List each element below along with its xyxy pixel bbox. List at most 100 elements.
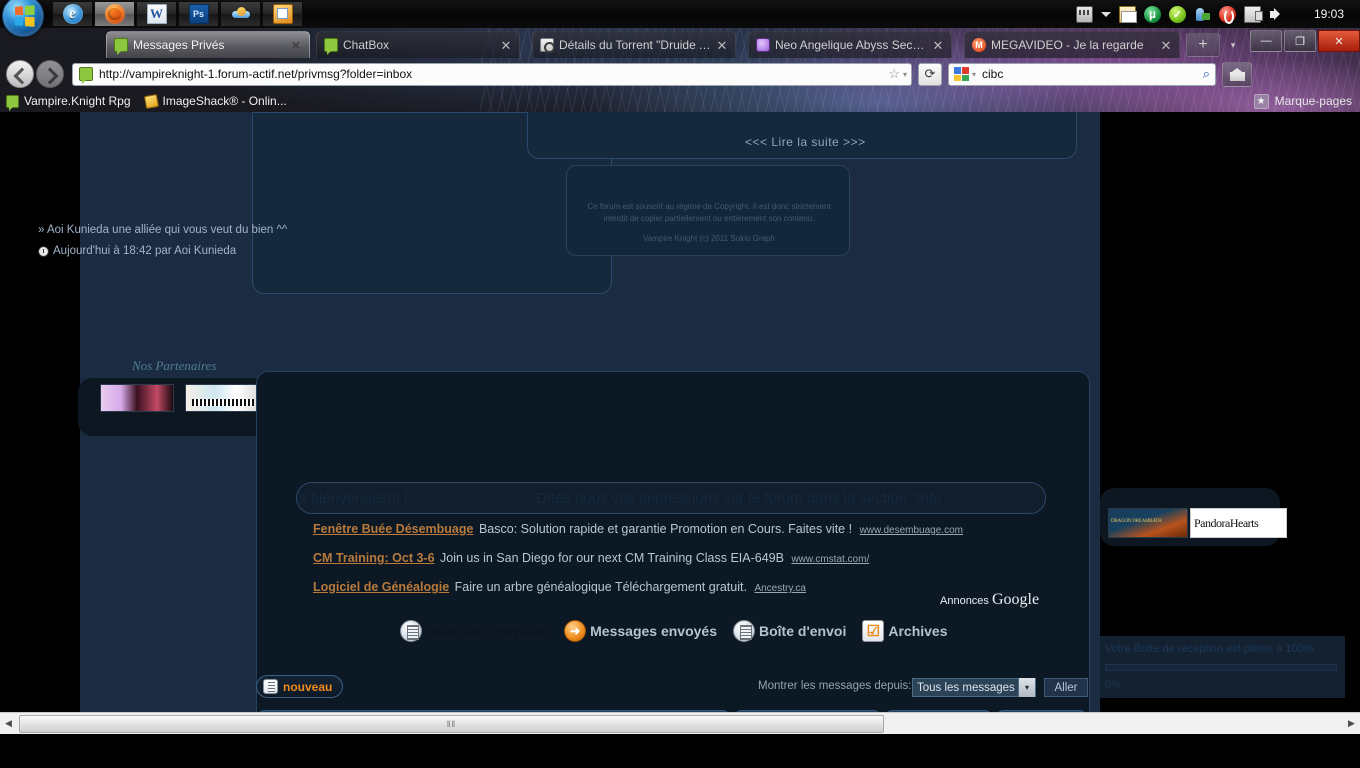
- search-bar[interactable]: ▾ cibc ⌕: [948, 62, 1216, 86]
- forum-green-icon: [114, 38, 128, 55]
- search-input[interactable]: cibc: [982, 67, 1203, 81]
- tab-list-dropdown-icon[interactable]: ▾: [1226, 38, 1240, 52]
- read-more-link[interactable]: <<< Lire la suite >>>: [745, 135, 866, 149]
- folder-link-sent[interactable]: Messages envoyés: [564, 620, 717, 642]
- firefox-window: Messages Privés ✕ ChatBox ✕ Détails du T…: [0, 28, 1360, 740]
- close-icon[interactable]: ✕: [1159, 39, 1173, 52]
- mail-icon[interactable]: [1119, 5, 1137, 23]
- scroll-right-arrow-icon[interactable]: ▶: [1343, 714, 1360, 734]
- partner-banner[interactable]: [1108, 508, 1188, 538]
- home-button[interactable]: [1222, 61, 1252, 87]
- word-icon[interactable]: [136, 1, 177, 27]
- bookmark-vampire-knight-rpg[interactable]: Vampire.Knight Rpg: [6, 94, 131, 111]
- safely-remove-hardware-icon[interactable]: [1244, 5, 1263, 23]
- volume-icon[interactable]: [1269, 6, 1286, 23]
- forward-button[interactable]: [36, 60, 64, 88]
- internet-explorer-icon[interactable]: [52, 1, 93, 27]
- tab-title: ChatBox: [343, 38, 390, 52]
- back-button[interactable]: [6, 60, 34, 88]
- ad-description: Faire un arbre généalogique Téléchargeme…: [454, 580, 747, 594]
- app-icon[interactable]: [262, 1, 303, 27]
- forum-green-icon: [6, 94, 19, 111]
- page-viewport: » Aoi Kunieda une alliée qui vous veut d…: [0, 112, 1360, 740]
- photoshop-icon[interactable]: [178, 1, 219, 27]
- close-icon[interactable]: ✕: [289, 39, 303, 52]
- tab-title: MEGAVIDEO - Je la regarde: [991, 38, 1144, 52]
- address-bar[interactable]: http://vampireknight-1.forum-actif.net/p…: [72, 62, 912, 86]
- bottom-fill: [0, 734, 1360, 768]
- partner-banner[interactable]: [100, 384, 174, 412]
- navigation-toolbar: http://vampireknight-1.forum-actif.net/p…: [0, 58, 1360, 90]
- restore-button[interactable]: ❐: [1284, 30, 1316, 52]
- chevron-down-icon[interactable]: ▾: [903, 70, 907, 79]
- bookmark-label: Vampire.Knight Rpg: [24, 94, 131, 108]
- scrollbar-thumb[interactable]: ‖‖: [19, 714, 884, 733]
- ad-url[interactable]: www.desembuage.com: [860, 525, 963, 536]
- archives-check-icon: [862, 620, 885, 642]
- new-message-button[interactable]: nouveau: [256, 675, 344, 698]
- folder-link-inbox[interactable]: Boîte de réception: [400, 620, 548, 642]
- new-tab-button[interactable]: +: [1186, 33, 1220, 57]
- bookmark-label: ImageShack® - Onlin...: [162, 94, 287, 108]
- reload-icon[interactable]: ⟳: [918, 62, 942, 86]
- show-hidden-icons-caret[interactable]: [1101, 11, 1111, 17]
- forum-green-icon: [324, 38, 338, 55]
- chevron-down-icon[interactable]: ▾: [972, 70, 976, 79]
- folder-link-archives[interactable]: Archives: [862, 620, 948, 642]
- ad-title[interactable]: CM Training: Oct 3-6: [313, 551, 435, 565]
- inbox-capacity-percent: 0%: [1105, 679, 1121, 691]
- tab-details-torrent[interactable]: Détails du Torrent "Druide Anti... ✕: [532, 31, 736, 58]
- minimize-button[interactable]: —: [1250, 30, 1282, 52]
- tab-title: Messages Privés: [133, 38, 225, 52]
- scrollbar-track[interactable]: ‖‖: [17, 714, 1343, 734]
- chevron-down-icon[interactable]: ▾: [1018, 678, 1035, 697]
- torrent-icon: [540, 38, 555, 53]
- windows-orb-icon: [15, 5, 35, 27]
- ticker-content: s bienvenues!!! | ~ Dîtes nous vos impre…: [297, 483, 1045, 513]
- utorrent-icon[interactable]: [1144, 5, 1161, 23]
- clock[interactable]: 19:03: [1314, 0, 1344, 28]
- firefox-icon[interactable]: [94, 1, 135, 27]
- tab-title: Neo Angelique Abyss Second ...: [775, 38, 931, 52]
- close-window-button[interactable]: ✕: [1318, 30, 1360, 52]
- messenger-tray-icon[interactable]: [1194, 6, 1211, 23]
- messenger-icon[interactable]: [220, 1, 261, 27]
- ad-url[interactable]: www.cmstat.com/: [791, 554, 869, 565]
- home-icon: [1228, 67, 1245, 81]
- partner-banner[interactable]: [1190, 508, 1287, 538]
- opera-icon[interactable]: [1219, 5, 1236, 24]
- tab-title: Détails du Torrent "Druide Anti...: [559, 38, 715, 52]
- new-message-icon: [263, 679, 278, 694]
- bookmark-imageshack[interactable]: ImageShack® - Onlin...: [143, 93, 287, 109]
- bookmarks-toggle[interactable]: Marque-pages: [1253, 93, 1352, 109]
- partner-banner[interactable]: [185, 384, 259, 412]
- tab-messages-prives[interactable]: Messages Privés ✕: [106, 31, 310, 58]
- search-icon[interactable]: ⌕: [1203, 66, 1210, 82]
- tab-neo-angelique[interactable]: Neo Angelique Abyss Second ... ✕: [748, 31, 952, 58]
- ad-title[interactable]: Fenêtre Buée Désembuage: [313, 522, 473, 536]
- bookmark-star-icon[interactable]: ☆: [888, 66, 900, 82]
- horizontal-scrollbar[interactable]: ◀ ‖‖ ▶: [0, 712, 1360, 734]
- partners-title: Nos Partenaires: [132, 358, 217, 373]
- ad-item[interactable]: Fenêtre Buée Désembuage Basco: Solution …: [313, 522, 1053, 537]
- go-button[interactable]: Aller: [1044, 678, 1088, 697]
- close-icon[interactable]: ✕: [715, 39, 729, 52]
- google-ads-brand: Annonces Google: [940, 591, 1039, 609]
- ad-title[interactable]: Logiciel de Généalogie: [313, 580, 449, 594]
- ticker-text-a: s bienvenues!!! | ~: [299, 489, 421, 507]
- screen: 19:03 Messages Privés ✕ ChatBox ✕ Détail…: [0, 0, 1360, 768]
- scroll-left-arrow-icon[interactable]: ◀: [0, 714, 17, 734]
- ad-item[interactable]: CM Training: Oct 3-6 Join us in San Dieg…: [313, 551, 1053, 566]
- antivirus-check-icon[interactable]: [1169, 5, 1186, 23]
- close-icon[interactable]: ✕: [931, 39, 945, 52]
- folder-link-outbox[interactable]: Boîte d'envoi: [733, 620, 846, 642]
- imageshack-icon: [143, 93, 159, 109]
- ad-url[interactable]: Ancestry.ca: [754, 583, 806, 594]
- close-icon[interactable]: ✕: [499, 39, 513, 52]
- keyboard-icon[interactable]: [1076, 5, 1093, 23]
- tab-chatbox[interactable]: ChatBox ✕: [316, 31, 520, 58]
- tab-megavideo[interactable]: MEGAVIDEO - Je la regarde ✕: [964, 31, 1180, 58]
- messages-since-value: Tous les messages: [917, 681, 1015, 694]
- google-icon: [954, 67, 969, 81]
- messages-since-select[interactable]: Tous les messages ▾: [912, 678, 1036, 697]
